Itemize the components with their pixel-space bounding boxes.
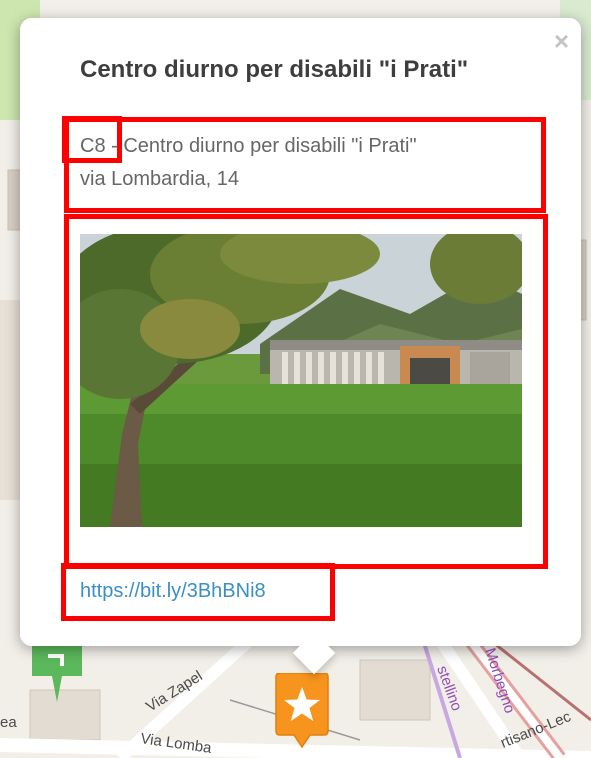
popup-title: Centro diurno per disabili "i Prati" (80, 56, 469, 83)
street-label-edge: ea (0, 714, 17, 731)
highlight-box-link (61, 563, 335, 621)
star-marker[interactable] (272, 673, 332, 751)
map-view[interactable]: Via Zapel Via Lomba stellino Morbegno rt… (0, 0, 591, 758)
map-pin-icon[interactable] (26, 640, 88, 706)
highlight-box-description (64, 117, 546, 213)
highlight-box-code (62, 116, 122, 163)
close-button[interactable]: × (554, 28, 569, 54)
highlight-box-photo (64, 214, 548, 569)
